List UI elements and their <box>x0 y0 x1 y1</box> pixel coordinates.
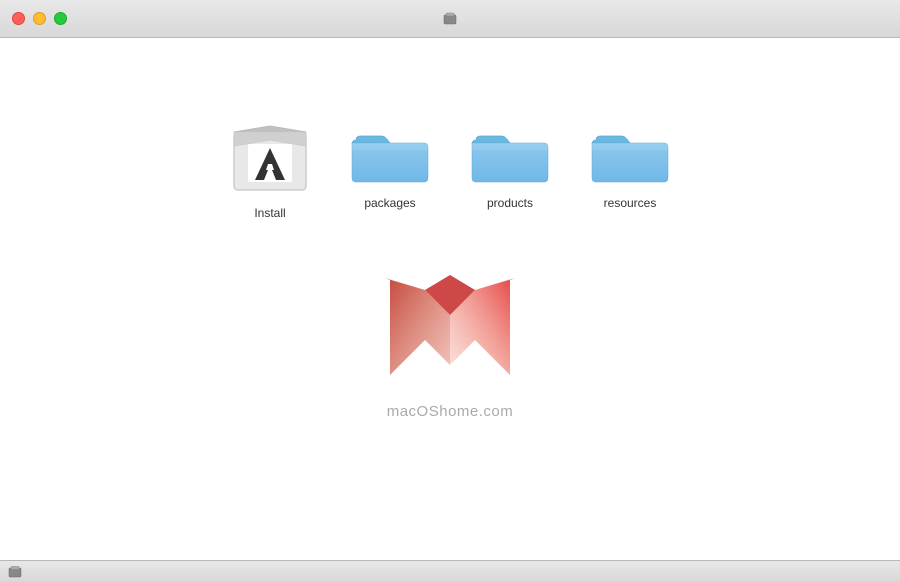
watermark-area: macOShome.com <box>360 260 540 420</box>
window-title-area <box>442 11 458 27</box>
status-bar <box>0 560 900 582</box>
minimize-button[interactable] <box>33 12 46 25</box>
file-item-install[interactable]: Install <box>230 118 310 220</box>
folder-icon-resources <box>590 118 670 188</box>
maximize-button[interactable] <box>54 12 67 25</box>
status-drive-icon <box>8 565 22 579</box>
traffic-lights <box>12 12 67 25</box>
files-grid: Install <box>0 38 900 240</box>
window-content: Install <box>0 38 900 560</box>
watermark-text: macOShome.com <box>387 403 514 420</box>
file-label-install: Install <box>254 206 285 220</box>
folder-icon-packages <box>350 118 430 188</box>
file-item-resources[interactable]: resources <box>590 118 670 210</box>
adobe-installer-icon <box>230 118 310 198</box>
close-button[interactable] <box>12 12 25 25</box>
title-bar <box>0 0 900 38</box>
file-label-packages: packages <box>364 196 415 210</box>
file-item-products[interactable]: products <box>470 118 550 210</box>
drive-icon <box>442 11 458 27</box>
file-item-packages[interactable]: packages <box>350 118 430 210</box>
file-label-products: products <box>487 196 533 210</box>
folder-icon-products <box>470 118 550 188</box>
gmail-logo-icon <box>360 260 540 395</box>
file-label-resources: resources <box>604 196 657 210</box>
